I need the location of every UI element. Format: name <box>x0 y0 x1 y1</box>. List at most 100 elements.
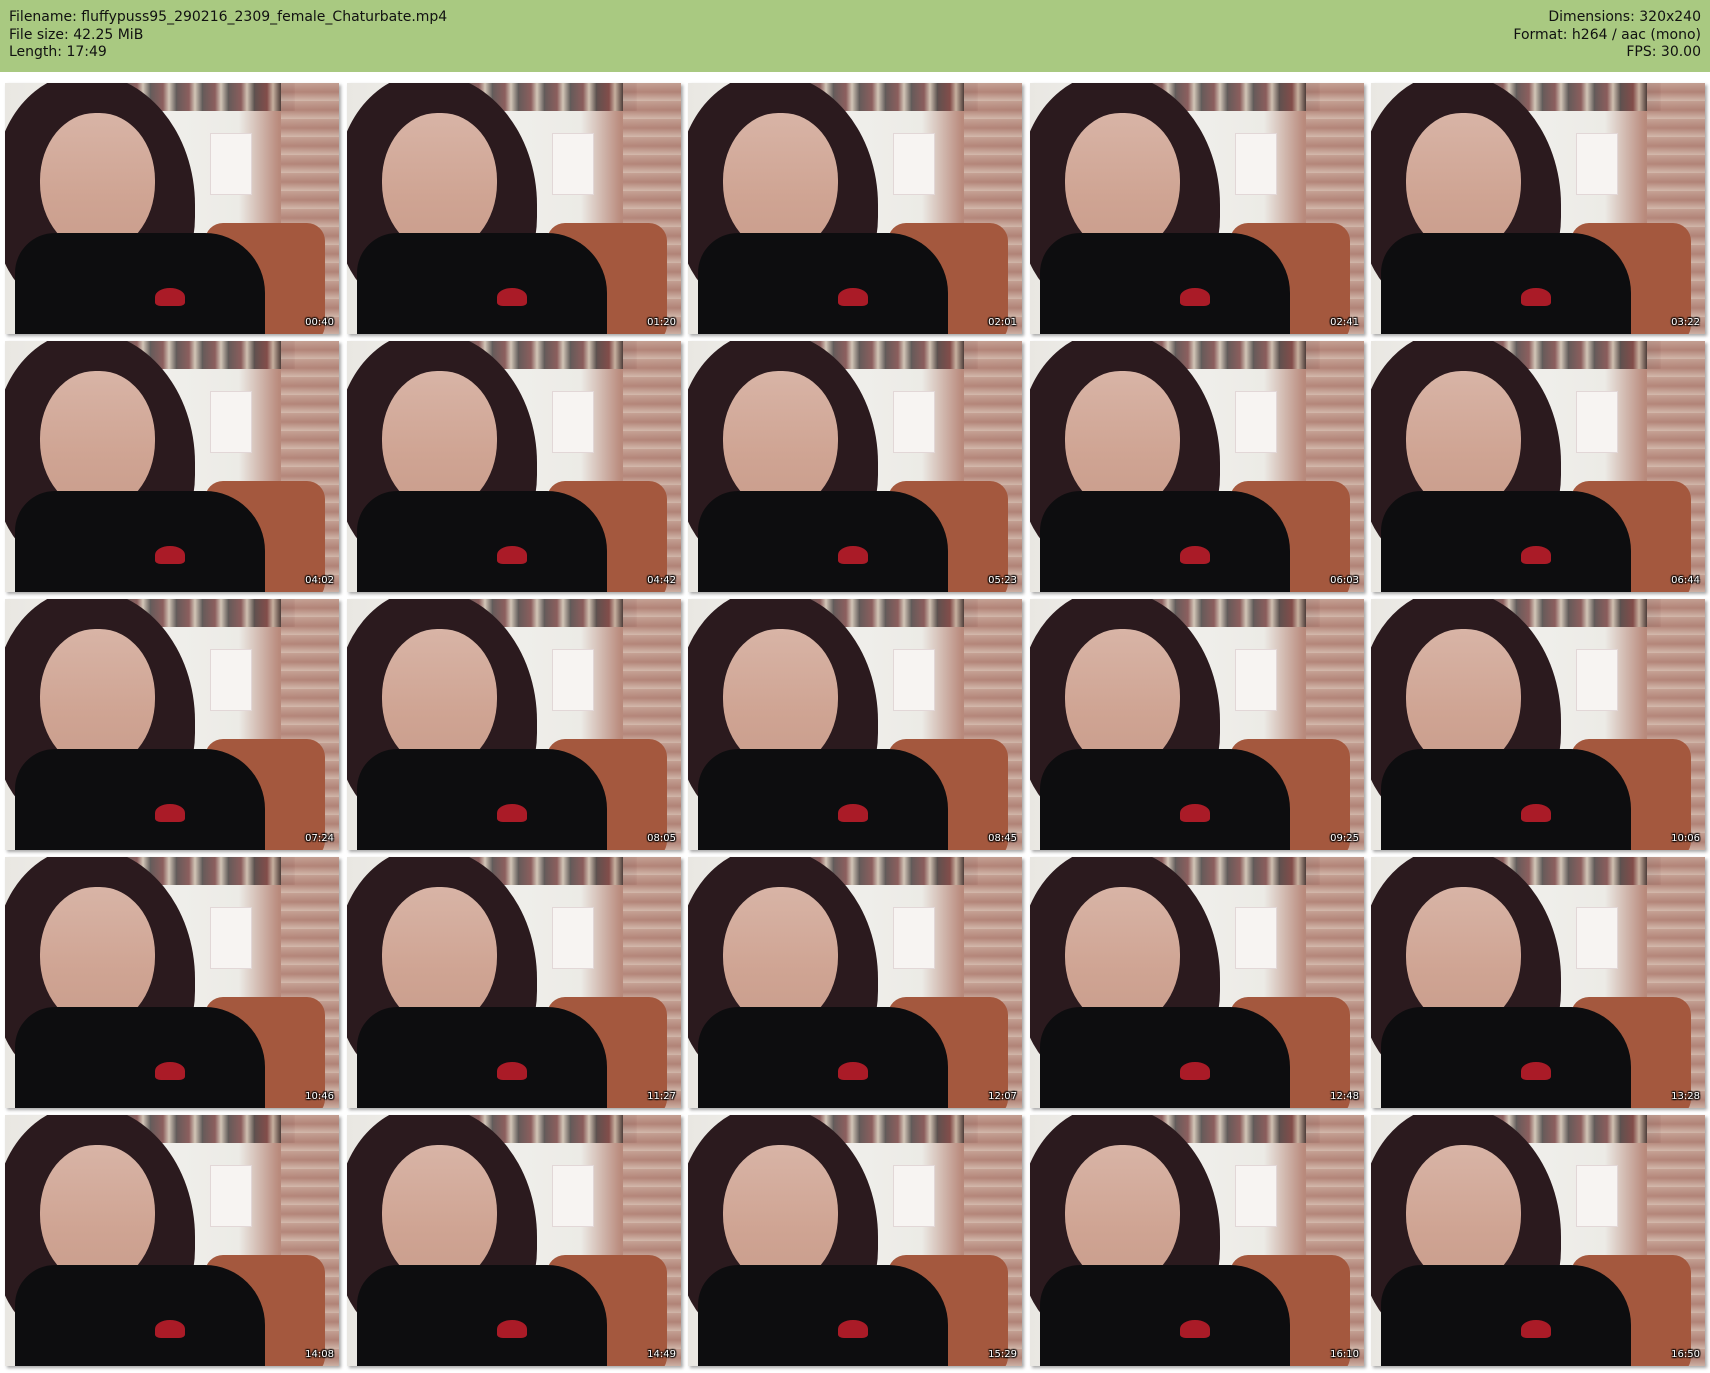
thumbnail-grid: 00:40 01:20 02:01 02:41 03:22 04:02 04:42 05:23… <box>0 81 1710 1373</box>
thumbnail-frame: 08:45 <box>688 599 1022 850</box>
frame-timestamp: 14:08 <box>305 1349 334 1360</box>
frame-logo <box>1521 546 1551 564</box>
frame-poster <box>1576 133 1618 195</box>
frame-timestamp: 02:41 <box>1330 317 1359 328</box>
thumbnail-frame: 16:10 <box>1030 1115 1364 1366</box>
thumbnail-frame: 14:08 <box>5 1115 339 1366</box>
file-info-right: Dimensions: 320x240 Format: h264 / aac (… <box>1513 9 1701 62</box>
frame-timestamp: 08:05 <box>647 833 676 844</box>
frame-shirt <box>1040 233 1290 334</box>
thumbnail-frame: 12:07 <box>688 857 1022 1108</box>
frame-logo <box>1180 546 1210 564</box>
frame-face <box>723 629 838 769</box>
frame-poster <box>210 391 252 453</box>
frame-face <box>382 1145 497 1285</box>
frame-logo <box>838 288 868 306</box>
filesize-text: File size: 42.25 MiB <box>9 26 144 43</box>
thumbnail-frame: 13:28 <box>1371 857 1705 1108</box>
frame-logo <box>155 804 185 822</box>
frame-shirt <box>15 491 265 592</box>
frame-logo <box>838 804 868 822</box>
frame-logo <box>1521 1320 1551 1338</box>
frame-logo <box>155 1320 185 1338</box>
frame-face <box>723 887 838 1027</box>
frame-timestamp: 16:50 <box>1671 1349 1700 1360</box>
frame-logo <box>497 546 527 564</box>
frame-face <box>1065 113 1180 253</box>
frame-poster <box>552 391 594 453</box>
frame-face <box>1406 113 1521 253</box>
frame-poster <box>893 133 935 195</box>
frame-timestamp: 16:10 <box>1330 1349 1359 1360</box>
frame-poster <box>552 907 594 969</box>
frame-face <box>40 371 155 511</box>
frame-face <box>1406 887 1521 1027</box>
frame-poster <box>1235 649 1277 711</box>
frame-poster <box>1235 133 1277 195</box>
dimensions-text: Dimensions: 320x240 <box>1548 9 1701 25</box>
frame-logo <box>497 1062 527 1080</box>
frame-face <box>40 113 155 253</box>
frame-face <box>1065 1145 1180 1285</box>
frame-face <box>382 629 497 769</box>
frame-timestamp: 05:23 <box>988 575 1017 586</box>
frame-shirt <box>698 1265 948 1366</box>
frame-shirt <box>1381 491 1631 592</box>
frame-poster <box>1576 907 1618 969</box>
thumbnail-frame: 10:46 <box>5 857 339 1108</box>
frame-logo <box>1180 804 1210 822</box>
frame-poster <box>1576 1165 1618 1227</box>
frame-poster <box>1235 907 1277 969</box>
frame-face <box>382 887 497 1027</box>
frame-face <box>40 1145 155 1285</box>
filename-text: Filename: fluffypuss95_290216_2309_femal… <box>9 9 448 25</box>
frame-shirt <box>1381 1265 1631 1366</box>
thumbnail-frame: 10:06 <box>1371 599 1705 850</box>
frame-timestamp: 07:24 <box>305 833 334 844</box>
frame-timestamp: 06:03 <box>1330 575 1359 586</box>
thumbnail-frame: 03:22 <box>1371 83 1705 334</box>
frame-timestamp: 04:42 <box>647 575 676 586</box>
format-text: Format: h264 / aac (mono) <box>1513 26 1701 43</box>
frame-timestamp: 08:45 <box>988 833 1017 844</box>
frame-face <box>723 1145 838 1285</box>
frame-logo <box>497 804 527 822</box>
frame-shirt <box>698 1007 948 1108</box>
thumbnail-frame: 16:50 <box>1371 1115 1705 1366</box>
frame-shirt <box>1040 1007 1290 1108</box>
thumbnail-frame: 06:44 <box>1371 341 1705 592</box>
frame-logo <box>1521 1062 1551 1080</box>
frame-timestamp: 10:06 <box>1671 833 1700 844</box>
frame-logo <box>1180 1062 1210 1080</box>
frame-poster <box>552 1165 594 1227</box>
frame-shirt <box>15 233 265 334</box>
frame-poster <box>893 391 935 453</box>
frame-timestamp: 10:46 <box>305 1091 334 1102</box>
frame-poster <box>552 133 594 195</box>
frame-poster <box>893 649 935 711</box>
frame-shirt <box>357 1265 607 1366</box>
frame-logo <box>497 1320 527 1338</box>
frame-timestamp: 12:48 <box>1330 1091 1359 1102</box>
frame-face <box>723 371 838 511</box>
frame-shirt <box>1381 749 1631 850</box>
frame-timestamp: 14:49 <box>647 1349 676 1360</box>
thumbnail-frame: 08:05 <box>347 599 681 850</box>
frame-timestamp: 01:20 <box>647 317 676 328</box>
frame-poster <box>893 1165 935 1227</box>
frame-timestamp: 09:25 <box>1330 833 1359 844</box>
frame-poster <box>210 649 252 711</box>
frame-poster <box>210 1165 252 1227</box>
frame-face <box>1065 629 1180 769</box>
frame-logo <box>155 288 185 306</box>
frame-poster <box>893 907 935 969</box>
frame-face <box>382 113 497 253</box>
frame-timestamp: 15:29 <box>988 1349 1017 1360</box>
frame-logo <box>1180 288 1210 306</box>
file-info-left: Filename: fluffypuss95_290216_2309_femal… <box>9 9 447 62</box>
frame-logo <box>1521 804 1551 822</box>
frame-logo <box>1180 1320 1210 1338</box>
thumbnail-frame: 07:24 <box>5 599 339 850</box>
frame-shirt <box>15 1265 265 1366</box>
thumbnail-frame: 04:02 <box>5 341 339 592</box>
